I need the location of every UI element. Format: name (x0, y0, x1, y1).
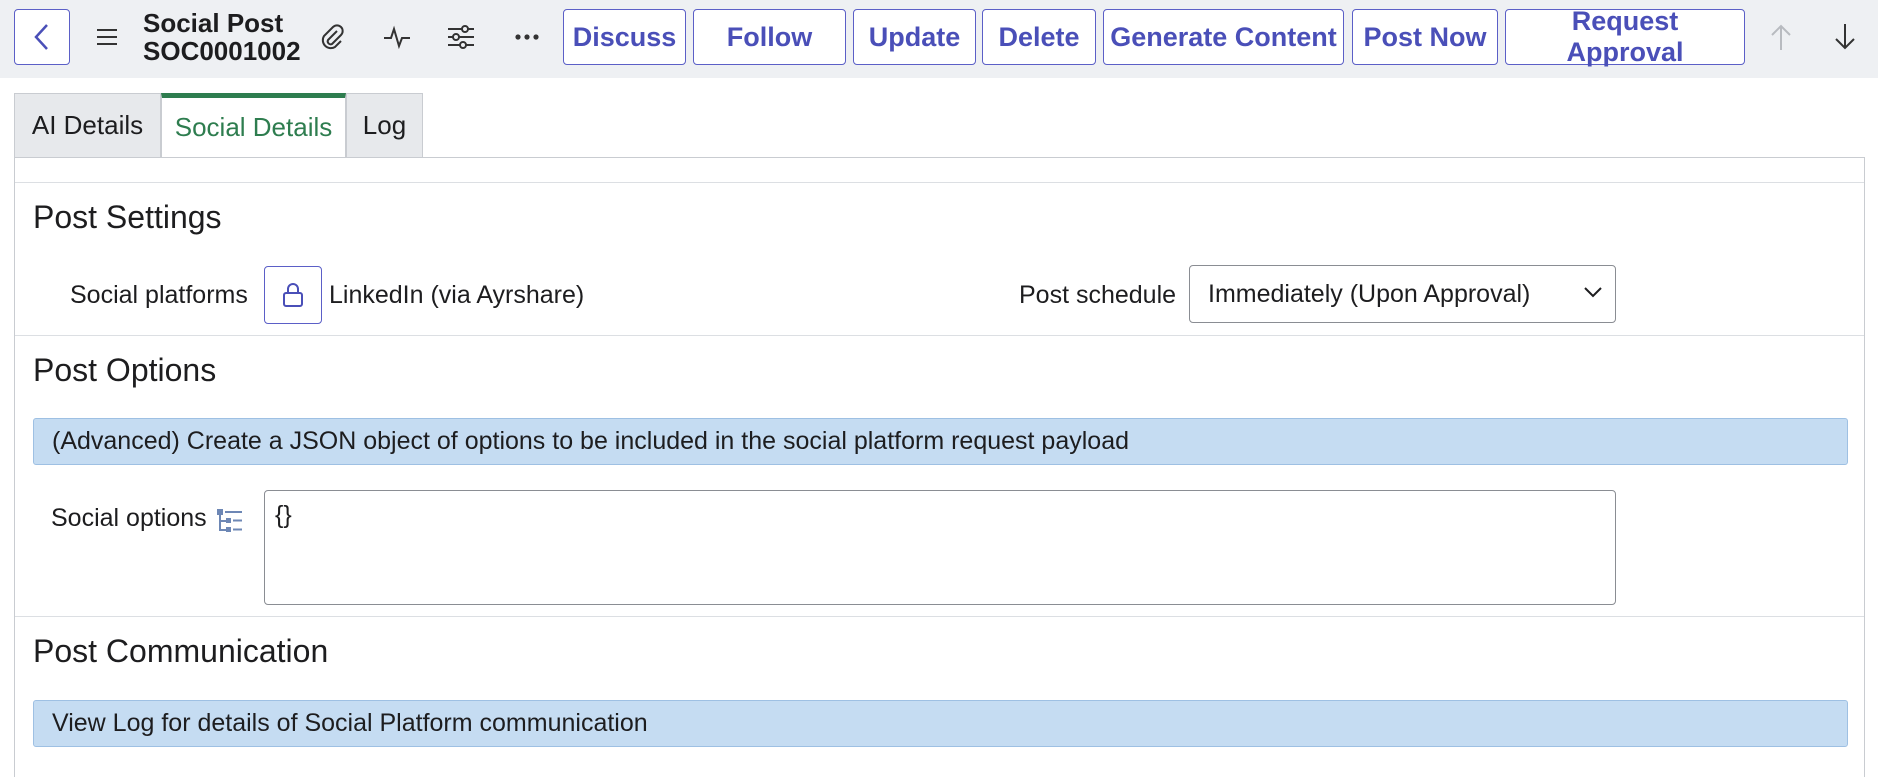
arrow-up-icon[interactable] (1765, 20, 1797, 54)
social-options-label: Social options (51, 504, 207, 532)
update-button[interactable]: Update (853, 9, 976, 65)
post-schedule-select[interactable]: Immediately (Upon Approval) (1189, 265, 1616, 323)
post-schedule-label: Post schedule (1019, 281, 1177, 309)
divider (15, 335, 1864, 336)
delete-button[interactable]: Delete (982, 9, 1096, 65)
discuss-button[interactable]: Discuss (563, 9, 686, 65)
post-schedule-value: Immediately (Upon Approval) (1208, 279, 1531, 308)
tab-panel (14, 157, 1865, 777)
form-header: Social Post SOC0001002 Discuss Follow Up… (0, 0, 1878, 78)
menu-icon[interactable] (92, 22, 122, 52)
generate-content-button[interactable]: Generate Content (1103, 9, 1344, 65)
section-title-post-options: Post Options (33, 352, 217, 388)
record-number: SOC0001002 (143, 36, 301, 66)
tab-ai-details[interactable]: AI Details (14, 93, 161, 157)
lock-button[interactable] (264, 266, 322, 324)
tab-log[interactable]: Log (346, 93, 423, 157)
social-options-field[interactable]: {} (264, 490, 1616, 605)
section-title-post-settings: Post Settings (33, 199, 222, 235)
back-button[interactable] (14, 9, 70, 65)
follow-button[interactable]: Follow (693, 9, 846, 65)
tab-social-details[interactable]: Social Details (161, 93, 346, 157)
activity-icon[interactable] (380, 20, 414, 54)
paperclip-icon[interactable] (315, 20, 349, 54)
more-icon[interactable] (510, 20, 544, 54)
arrow-down-icon[interactable] (1829, 20, 1861, 54)
divider (15, 182, 1864, 183)
request-approval-button[interactable]: Request Approval (1505, 6, 1745, 67)
post-options-info: (Advanced) Create a JSON object of optio… (33, 418, 1848, 465)
back-icon (34, 24, 48, 50)
section-title-post-communication: Post Communication (33, 633, 329, 669)
social-platforms-value: LinkedIn (via Ayrshare) (329, 281, 585, 309)
record-title: Social Post SOC0001002 (143, 9, 301, 65)
post-communication-info: View Log for details of Social Platform … (33, 700, 1848, 747)
record-type: Social Post (143, 8, 284, 38)
post-now-button[interactable]: Post Now (1352, 9, 1498, 65)
divider (15, 616, 1864, 617)
social-platforms-label: Social platforms (70, 281, 248, 309)
lock-icon (283, 283, 303, 307)
chevron-down-icon (1584, 287, 1602, 298)
json-tree-icon[interactable] (214, 505, 244, 537)
settings-sliders-icon[interactable] (444, 20, 478, 54)
